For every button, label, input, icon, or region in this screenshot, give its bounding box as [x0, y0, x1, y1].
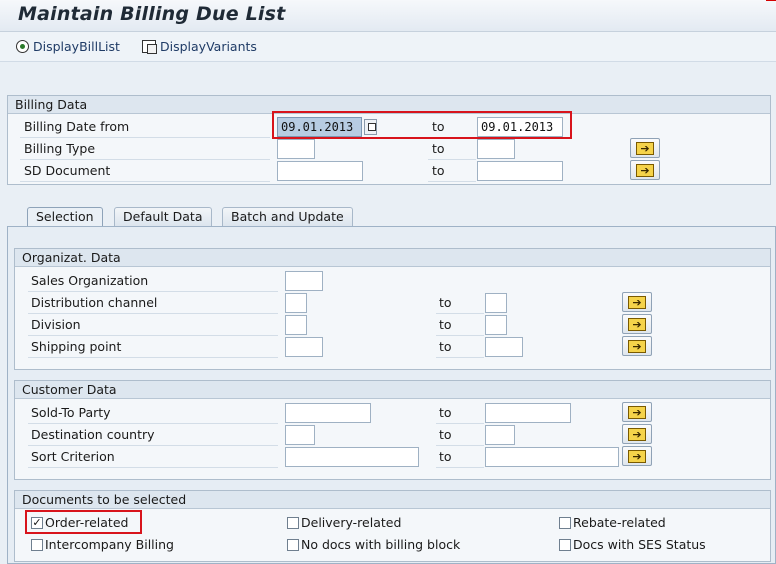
- row-divider: [20, 159, 270, 160]
- sold-to-party-multiple-selection-button[interactable]: ➔: [622, 402, 652, 422]
- arrow-right-icon: ➔: [628, 405, 646, 419]
- row-divider: [28, 313, 278, 314]
- display-variants-button[interactable]: DisplayVariants: [142, 39, 257, 54]
- title-bar: Maintain Billing Due List: [0, 0, 776, 32]
- sales-organization-field[interactable]: [285, 271, 323, 291]
- shipping-point-label: Shipping point: [31, 339, 122, 354]
- row-divider: [436, 467, 484, 468]
- page-title: Maintain Billing Due List: [18, 3, 286, 25]
- row-divider: [28, 357, 278, 358]
- sd-document-label: SD Document: [24, 163, 111, 178]
- sort-criterion-from-field[interactable]: [285, 447, 419, 467]
- row-divider: [28, 467, 278, 468]
- organizational-data-header: Organizat. Data: [15, 249, 770, 267]
- row-divider: [20, 181, 270, 182]
- row-divider: [28, 423, 278, 424]
- row-divider: [20, 137, 270, 138]
- tab-default-data[interactable]: Default Data: [114, 207, 212, 227]
- billing-date-from-label: Billing Date from: [24, 119, 130, 134]
- docs-ses-status-label: Docs with SES Status: [573, 537, 706, 552]
- row-divider: [436, 313, 484, 314]
- sold-to-party-label: Sold-To Party: [31, 405, 111, 420]
- row-divider: [28, 335, 278, 336]
- sold-to-party-from-field[interactable]: [285, 403, 371, 423]
- application-toolbar: DisplayBillList DisplayVariants: [0, 32, 776, 62]
- sort-criterion-label: Sort Criterion: [31, 449, 115, 464]
- destination-country-multiple-selection-button[interactable]: ➔: [622, 424, 652, 444]
- shipping-point-multiple-selection-button[interactable]: ➔: [622, 336, 652, 356]
- arrow-right-icon: ➔: [636, 141, 654, 155]
- arrow-right-icon: ➔: [636, 163, 654, 177]
- row-divider: [436, 423, 484, 424]
- to-label: to: [432, 163, 445, 178]
- row-divider: [436, 335, 484, 336]
- delivery-related-checkbox[interactable]: [287, 517, 299, 529]
- row-divider: [428, 181, 476, 182]
- arrow-right-icon: ➔: [628, 449, 646, 463]
- destination-country-to-field[interactable]: [485, 425, 515, 445]
- billing-type-multiple-selection-button[interactable]: ➔: [630, 138, 660, 158]
- arrow-right-icon: ➔: [628, 295, 646, 309]
- division-from-field[interactable]: [285, 315, 307, 335]
- rebate-related-label: Rebate-related: [573, 515, 666, 530]
- sd-document-multiple-selection-button[interactable]: ➔: [630, 160, 660, 180]
- shipping-point-to-field[interactable]: [485, 337, 523, 357]
- variants-icon: [142, 40, 157, 54]
- billing-date-highlight: [272, 111, 572, 139]
- intercompany-billing-label: Intercompany Billing: [45, 537, 174, 552]
- division-label: Division: [31, 317, 81, 332]
- distribution-channel-label: Distribution channel: [31, 295, 158, 310]
- destination-country-from-field[interactable]: [285, 425, 315, 445]
- sold-to-party-to-field[interactable]: [485, 403, 571, 423]
- delivery-related-label: Delivery-related: [301, 515, 402, 530]
- to-label: to: [439, 295, 452, 310]
- billing-type-to-field[interactable]: [477, 139, 515, 159]
- to-label: to: [439, 339, 452, 354]
- intercompany-billing-checkbox[interactable]: [31, 539, 43, 551]
- display-bill-list-button[interactable]: DisplayBillList: [16, 39, 120, 54]
- to-label: to: [439, 317, 452, 332]
- row-divider: [428, 159, 476, 160]
- docs-ses-status-checkbox[interactable]: [559, 539, 571, 551]
- billing-type-label: Billing Type: [24, 141, 96, 156]
- sd-document-from-field[interactable]: [277, 161, 363, 181]
- distribution-channel-multiple-selection-button[interactable]: ➔: [622, 292, 652, 312]
- title-accent: [766, 0, 776, 1]
- to-label: to: [439, 427, 452, 442]
- rebate-related-checkbox[interactable]: [559, 517, 571, 529]
- row-divider: [436, 357, 484, 358]
- row-divider: [436, 445, 484, 446]
- customer-data-header: Customer Data: [15, 381, 770, 399]
- billing-type-from-field[interactable]: [277, 139, 315, 159]
- destination-country-label: Destination country: [31, 427, 155, 442]
- execute-icon: [16, 40, 29, 53]
- no-docs-billing-block-label: No docs with billing block: [301, 537, 461, 552]
- arrow-right-icon: ➔: [628, 427, 646, 441]
- sales-organization-label: Sales Organization: [31, 273, 149, 288]
- documents-header: Documents to be selected: [15, 491, 770, 509]
- division-to-field[interactable]: [485, 315, 507, 335]
- distribution-channel-from-field[interactable]: [285, 293, 307, 313]
- arrow-right-icon: ➔: [628, 339, 646, 353]
- arrow-right-icon: ➔: [628, 317, 646, 331]
- division-multiple-selection-button[interactable]: ➔: [622, 314, 652, 334]
- tab-batch-and-update[interactable]: Batch and Update: [222, 207, 353, 227]
- to-label: to: [439, 449, 452, 464]
- tab-selection[interactable]: Selection: [27, 207, 103, 227]
- distribution-channel-to-field[interactable]: [485, 293, 507, 313]
- row-divider: [28, 445, 278, 446]
- display-bill-list-label: DisplayBillList: [33, 39, 120, 54]
- shipping-point-from-field[interactable]: [285, 337, 323, 357]
- no-docs-billing-block-checkbox[interactable]: [287, 539, 299, 551]
- sd-document-to-field[interactable]: [477, 161, 563, 181]
- row-divider: [28, 291, 278, 292]
- order-related-highlight: [25, 510, 142, 534]
- to-label: to: [439, 405, 452, 420]
- sort-criterion-multiple-selection-button[interactable]: ➔: [622, 446, 652, 466]
- to-label: to: [432, 141, 445, 156]
- display-variants-label: DisplayVariants: [160, 39, 257, 54]
- sort-criterion-to-field[interactable]: [485, 447, 619, 467]
